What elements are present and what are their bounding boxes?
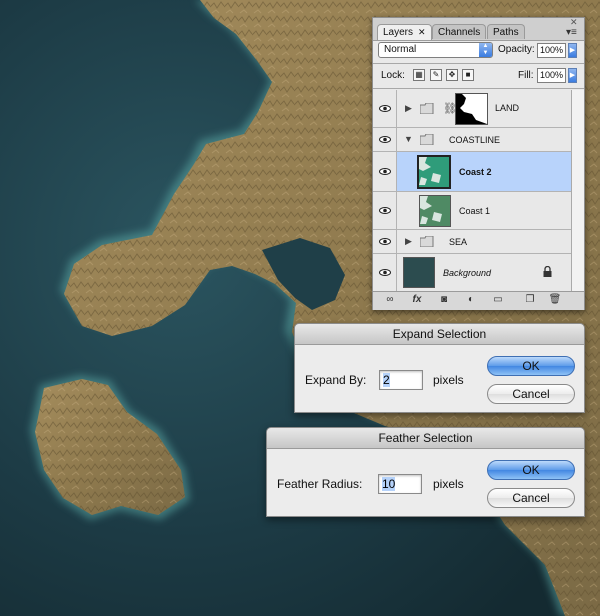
tab-layers-label: Layers xyxy=(383,27,414,38)
layers-panel: Layers ✕ Channels Paths ✕ ▾≡ Normal ▲ ▼ Op… xyxy=(372,17,585,310)
layer-row-sea[interactable]: ▶ SEA xyxy=(373,230,571,254)
lock-all-icon[interactable]: ■ xyxy=(462,69,474,81)
folder-icon xyxy=(420,236,434,247)
folder-icon xyxy=(420,103,434,114)
layer-name-sea: SEA xyxy=(449,237,468,247)
opacity-input[interactable]: 100% xyxy=(537,43,566,58)
lock-move-icon[interactable]: ✥ xyxy=(446,69,458,81)
visibility-toggle[interactable] xyxy=(373,90,397,127)
blend-mode-select[interactable]: Normal ▲ ▼ xyxy=(378,42,493,58)
eye-icon xyxy=(379,207,391,214)
visibility-toggle[interactable] xyxy=(373,152,397,191)
visibility-toggle[interactable] xyxy=(373,128,397,151)
feather-radius-label: Feather Radius: xyxy=(277,477,363,491)
blend-mode-value: Normal xyxy=(384,44,417,55)
eye-icon xyxy=(379,168,391,175)
eye-icon xyxy=(379,105,391,112)
eye-icon xyxy=(379,136,391,143)
layer-name-coastline: COASTLINE xyxy=(449,135,501,145)
feather-cancel-button[interactable]: Cancel xyxy=(487,488,575,508)
lock-transparent-icon[interactable]: ▦ xyxy=(413,69,425,81)
options-divider xyxy=(373,63,584,64)
trash-icon[interactable]: 🗑 xyxy=(548,294,562,306)
feather-radius-value: 10 xyxy=(382,477,396,491)
lock-icon xyxy=(543,266,552,277)
opacity-label: Opacity: xyxy=(498,44,535,55)
blend-mode-arrows-icon: ▲ ▼ xyxy=(479,43,492,57)
expand-by-label: Expand By: xyxy=(305,373,367,387)
adjustment-layer-icon[interactable]: ◐ xyxy=(464,294,478,306)
tab-channels-label: Channels xyxy=(438,27,481,38)
layer-row-coast-1[interactable]: Coast 1 xyxy=(373,192,571,230)
visibility-toggle[interactable] xyxy=(373,254,397,291)
link-layers-icon[interactable]: ∞ xyxy=(383,294,397,306)
feather-ok-button[interactable]: OK xyxy=(487,460,575,480)
fill-label: Fill: xyxy=(518,70,534,81)
expand-ok-button[interactable]: OK xyxy=(487,356,575,376)
layer-name-background: Background xyxy=(443,268,492,278)
expand-selection-dialog: Expand Selection Expand By: 2 pixels OK … xyxy=(294,323,585,413)
tab-layers[interactable]: Layers ✕ xyxy=(377,24,432,40)
tab-paths-label: Paths xyxy=(493,27,519,38)
tab-channels[interactable]: Channels xyxy=(432,24,487,39)
layer-row-coast-2[interactable]: Coast 2 xyxy=(373,152,571,192)
opacity-arrow-icon[interactable]: ▶ xyxy=(568,43,577,58)
visibility-toggle[interactable] xyxy=(373,192,397,229)
visibility-toggle[interactable] xyxy=(373,230,397,253)
layer-list: ▶ ⛓ LAND ▼ COASTLINE Coast 2 Coast 1 ▶ S… xyxy=(373,90,571,291)
eye-icon xyxy=(379,238,391,245)
expand-dialog-title: Expand Selection xyxy=(295,324,584,345)
layer-name-coast-1: Coast 1 xyxy=(459,206,491,216)
layers-bottom-bar: ∞ fx ◙ ◐ ▭ ❐ 🗑 xyxy=(373,291,584,310)
feather-selection-dialog: Feather Selection Feather Radius: 10 pix… xyxy=(266,427,585,517)
layer-thumbnail-coast-2 xyxy=(417,155,451,189)
expand-cancel-button[interactable]: Cancel xyxy=(487,384,575,404)
panel-tabbar: Layers ✕ Channels Paths ✕ ▾≡ xyxy=(373,17,584,41)
lock-label: Lock: xyxy=(381,70,405,81)
mask-shape-icon xyxy=(460,94,487,124)
tab-paths[interactable]: Paths xyxy=(487,24,525,39)
fill-input[interactable]: 100% xyxy=(537,68,566,83)
collapse-arrow-icon[interactable]: ▼ xyxy=(404,134,413,144)
layer-thumbnail-coast-1 xyxy=(419,195,451,227)
expand-arrow-icon[interactable]: ▶ xyxy=(405,103,412,114)
expand-unit-label: pixels xyxy=(433,373,464,387)
layer-row-coastline[interactable]: ▼ COASTLINE xyxy=(373,128,571,152)
layer-row-background[interactable]: Background xyxy=(373,254,571,291)
lock-divider xyxy=(373,88,584,89)
new-layer-icon[interactable]: ❐ xyxy=(523,294,537,306)
layer-list-scrollbar[interactable] xyxy=(571,90,584,291)
feather-unit-label: pixels xyxy=(433,477,464,491)
fx-icon[interactable]: fx xyxy=(410,294,424,306)
add-mask-icon[interactable]: ◙ xyxy=(437,294,451,306)
expand-by-value: 2 xyxy=(383,373,390,387)
expand-by-input[interactable]: 2 xyxy=(379,370,423,390)
eye-icon xyxy=(379,269,391,276)
layer-name-coast-2: Coast 2 xyxy=(459,167,492,177)
panel-menu-icon[interactable]: ▾≡ xyxy=(566,27,577,38)
thumbnail-pattern-icon xyxy=(419,157,441,185)
new-group-icon[interactable]: ▭ xyxy=(491,294,505,306)
thumbnail-pattern-icon xyxy=(420,196,442,224)
layer-mask-thumbnail xyxy=(455,93,488,125)
tab-close-icon[interactable]: ✕ xyxy=(418,27,426,37)
folder-icon xyxy=(420,134,434,145)
fill-arrow-icon[interactable]: ▶ xyxy=(568,68,577,83)
feather-dialog-title: Feather Selection xyxy=(267,428,584,449)
expand-arrow-icon[interactable]: ▶ xyxy=(405,236,412,247)
lock-brush-icon[interactable]: ✎ xyxy=(430,69,442,81)
layer-thumbnail-background xyxy=(403,257,435,288)
feather-radius-input[interactable]: 10 xyxy=(378,474,422,494)
layer-row-land[interactable]: ▶ ⛓ LAND xyxy=(373,90,571,128)
layer-name-land: LAND xyxy=(495,103,520,113)
